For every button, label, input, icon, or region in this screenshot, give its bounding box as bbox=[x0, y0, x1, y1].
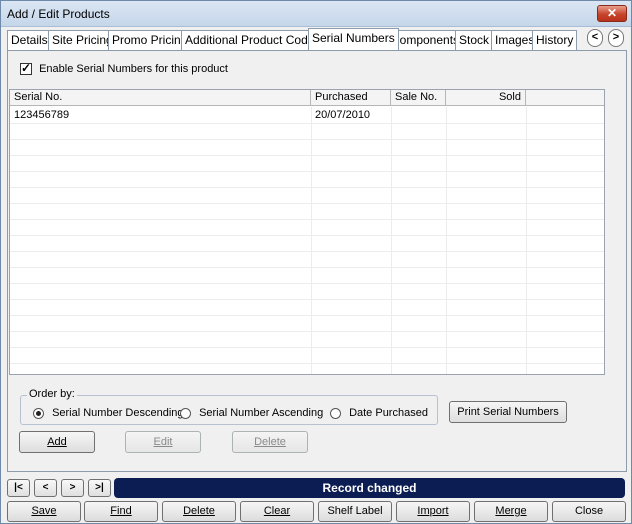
import-button[interactable]: Import bbox=[396, 501, 470, 522]
merge-button[interactable]: Merge bbox=[474, 501, 548, 522]
order-by-group: Order by: Serial Number Descending Seria… bbox=[20, 388, 438, 425]
chevron-right-icon: > bbox=[69, 482, 76, 493]
radio-button[interactable] bbox=[330, 407, 341, 419]
tab-serial-numbers[interactable]: Serial Numbers bbox=[308, 28, 399, 50]
shelf-label-button[interactable]: Shelf Label bbox=[318, 501, 392, 522]
tab-additional-product-codes[interactable]: Additional Product Codes bbox=[181, 30, 325, 50]
tab-history[interactable]: History bbox=[532, 30, 578, 50]
column-header-purchased[interactable]: Purchased bbox=[311, 90, 391, 106]
add-button-label: Add bbox=[47, 436, 67, 448]
first-record-button[interactable]: |< bbox=[7, 479, 30, 497]
tab-scroll-left-button[interactable]: < bbox=[587, 29, 603, 47]
column-header-serial-no[interactable]: Serial No. bbox=[10, 90, 311, 106]
grid-column-divider bbox=[391, 107, 392, 374]
cell-sale-no[interactable] bbox=[391, 108, 446, 124]
import-button-label: Import bbox=[417, 505, 449, 517]
radio-button[interactable] bbox=[33, 407, 44, 419]
grid-row-line bbox=[10, 235, 604, 236]
grid-body: 123456789 20/07/2010 bbox=[10, 107, 604, 374]
previous-record-button[interactable]: < bbox=[34, 479, 57, 497]
radio-label: Serial Number Descending bbox=[52, 407, 184, 420]
shelf-label-button-label: Shelf Label bbox=[327, 505, 383, 517]
close-icon: ✕ bbox=[606, 6, 618, 20]
last-record-button[interactable]: >| bbox=[88, 479, 111, 497]
grid-column-divider bbox=[446, 107, 447, 374]
first-icon: |< bbox=[14, 482, 23, 493]
add-edit-products-window: Add / Edit Products ✕ Details Site Prici… bbox=[0, 0, 632, 524]
radio-serial-ascending[interactable]: Serial Number Ascending bbox=[180, 407, 323, 419]
radio-label: Date Purchased bbox=[349, 407, 428, 420]
enable-serial-numbers-label: Enable Serial Numbers for this product bbox=[39, 63, 228, 76]
window-close-button[interactable]: ✕ bbox=[597, 5, 627, 22]
print-serial-numbers-button[interactable]: Print Serial Numbers bbox=[449, 401, 567, 423]
clear-button[interactable]: Clear bbox=[240, 501, 314, 522]
cell-sold[interactable] bbox=[446, 108, 526, 124]
grid-row-line bbox=[10, 347, 604, 348]
tab-site-pricing[interactable]: Site Pricing bbox=[48, 30, 117, 50]
grid-row-line bbox=[10, 315, 604, 316]
grid-row-line bbox=[10, 251, 604, 252]
grid-column-divider bbox=[311, 107, 312, 374]
save-button[interactable]: Save bbox=[7, 501, 81, 522]
enable-serial-numbers-row[interactable]: Enable Serial Numbers for this product bbox=[20, 61, 228, 79]
grid-row-line bbox=[10, 203, 604, 204]
grid-row-line bbox=[10, 299, 604, 300]
find-button-label: Find bbox=[110, 505, 132, 517]
delete-record-button-label: Delete bbox=[183, 505, 215, 517]
serial-numbers-grid[interactable]: Serial No. Purchased Sale No. Sold 12345… bbox=[9, 89, 605, 375]
grid-header: Serial No. Purchased Sale No. Sold bbox=[10, 90, 604, 106]
grid-row-line bbox=[10, 331, 604, 332]
delete-serial-button-label: Delete bbox=[254, 436, 286, 448]
grid-row-line bbox=[10, 267, 604, 268]
radio-label: Serial Number Ascending bbox=[199, 407, 324, 420]
cell-purchased[interactable]: 20/07/2010 bbox=[311, 108, 391, 124]
clear-button-label: Clear bbox=[263, 505, 291, 517]
enable-serial-numbers-checkbox[interactable] bbox=[20, 61, 32, 76]
title-bar[interactable]: Add / Edit Products ✕ bbox=[1, 1, 631, 27]
edit-button[interactable]: Edit bbox=[125, 431, 201, 453]
radio-button[interactable] bbox=[180, 407, 191, 419]
column-header-sold[interactable]: Sold bbox=[446, 90, 526, 106]
find-button[interactable]: Find bbox=[84, 501, 158, 522]
chevron-left-icon: < bbox=[42, 482, 49, 493]
record-status-bar: Record changed bbox=[114, 478, 625, 498]
close-button-label: Close bbox=[574, 505, 604, 517]
edit-button-label: Edit bbox=[153, 436, 173, 448]
close-button[interactable]: Close bbox=[552, 501, 626, 522]
tab-details[interactable]: Details bbox=[7, 30, 52, 50]
tab-promo-pricing[interactable]: Promo Pricing bbox=[108, 30, 192, 50]
serial-numbers-panel: Enable Serial Numbers for this product S… bbox=[7, 50, 627, 472]
merge-button-label: Merge bbox=[495, 505, 527, 517]
tab-scroll-right-button[interactable]: > bbox=[608, 29, 624, 47]
last-icon: >| bbox=[95, 482, 104, 493]
column-header-sale-no[interactable]: Sale No. bbox=[391, 90, 446, 106]
order-by-legend: Order by: bbox=[27, 388, 77, 400]
radio-date-purchased[interactable]: Date Purchased bbox=[330, 407, 428, 419]
chevron-right-icon: > bbox=[612, 31, 620, 43]
grid-row-line bbox=[10, 187, 604, 188]
grid-row-line bbox=[10, 219, 604, 220]
cell-serial-no[interactable]: 123456789 bbox=[10, 108, 310, 124]
grid-row-line bbox=[10, 155, 604, 156]
tab-strip: Details Site Pricing Promo Pricing Addit… bbox=[7, 28, 627, 50]
delete-record-button[interactable]: Delete bbox=[162, 501, 236, 522]
add-button[interactable]: Add bbox=[19, 431, 95, 453]
next-record-button[interactable]: > bbox=[61, 479, 84, 497]
save-button-label: Save bbox=[31, 505, 57, 517]
window-title: Add / Edit Products bbox=[7, 7, 110, 21]
grid-row-line bbox=[10, 283, 604, 284]
chevron-left-icon: < bbox=[591, 31, 599, 43]
grid-row-line bbox=[10, 363, 604, 364]
delete-serial-button[interactable]: Delete bbox=[232, 431, 308, 453]
tab-stock[interactable]: Stock bbox=[455, 30, 494, 50]
radio-serial-descending[interactable]: Serial Number Descending bbox=[33, 407, 184, 419]
grid-row-line bbox=[10, 171, 604, 172]
grid-row-line bbox=[10, 139, 604, 140]
grid-column-divider bbox=[526, 107, 527, 374]
